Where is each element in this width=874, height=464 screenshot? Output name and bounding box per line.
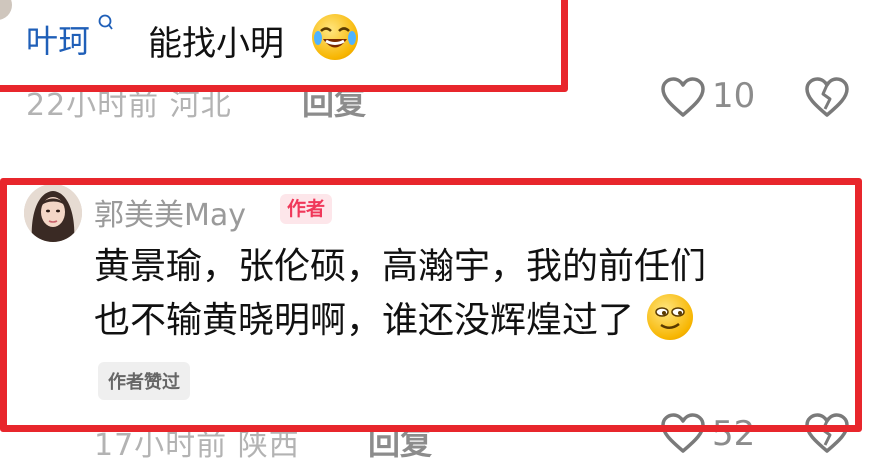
heart-icon[interactable] xyxy=(660,76,706,118)
highlight-box-2 xyxy=(0,178,862,432)
broken-heart-icon[interactable] xyxy=(804,76,850,118)
highlight-box-1 xyxy=(0,0,568,92)
like-count: 10 xyxy=(712,76,756,116)
